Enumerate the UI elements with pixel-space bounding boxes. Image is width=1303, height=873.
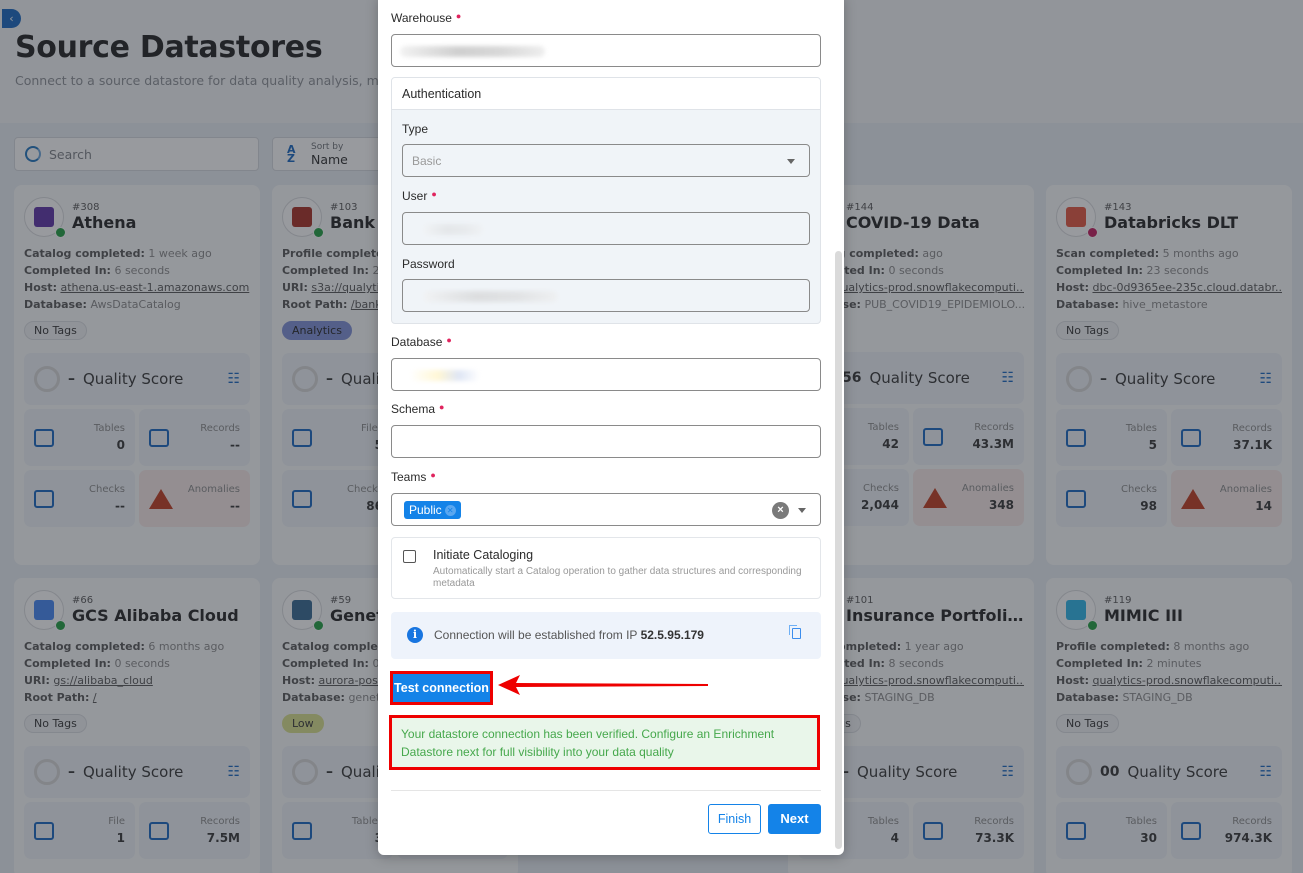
copy-icon[interactable] xyxy=(789,625,801,639)
database-input[interactable] xyxy=(391,358,821,391)
type-label: Type xyxy=(402,122,429,136)
authentication-section: Authentication Type Basic User ● Password xyxy=(391,77,821,324)
chevron-down-icon xyxy=(787,159,795,164)
redacted-value xyxy=(400,46,545,57)
ip-text: Connection will be established from IP 5… xyxy=(434,628,704,642)
schema-label: Schema ● xyxy=(391,402,445,416)
footer-divider xyxy=(391,790,821,791)
redacted-value xyxy=(423,291,558,302)
redacted-value xyxy=(410,370,480,381)
initiate-cataloging-checkbox[interactable] xyxy=(403,550,416,563)
user-label: User ● xyxy=(402,189,437,203)
password-label: Password xyxy=(402,257,455,271)
catalog-description: Automatically start a Catalog operation … xyxy=(433,566,802,589)
team-chip-public: Public ✕ xyxy=(404,501,461,519)
connection-success-message: Your datastore connection has been verif… xyxy=(389,715,820,770)
schema-input[interactable] xyxy=(391,425,821,458)
database-label: Database ● xyxy=(391,335,452,349)
next-button[interactable]: Next xyxy=(768,804,821,834)
user-input[interactable] xyxy=(402,212,810,245)
chevron-down-icon[interactable] xyxy=(798,508,806,513)
auth-type-select[interactable]: Basic xyxy=(402,144,810,177)
ip-address: 52.5.95.179 xyxy=(640,628,704,642)
warehouse-label: Warehouse ● xyxy=(391,11,462,25)
info-icon: i xyxy=(407,627,423,643)
authentication-title: Authentication xyxy=(392,78,820,110)
modal-scrollbar[interactable] xyxy=(835,251,842,849)
auth-type-value: Basic xyxy=(412,154,442,168)
password-input[interactable] xyxy=(402,279,810,312)
clear-all-icon[interactable]: × xyxy=(772,502,789,519)
redacted-value xyxy=(423,224,483,235)
connection-ip-info: i Connection will be established from IP… xyxy=(391,612,821,659)
finish-button[interactable]: Finish xyxy=(708,804,761,834)
teams-select[interactable]: Public ✕ × xyxy=(391,493,821,526)
annotation-arrow-icon xyxy=(498,675,708,695)
teams-label: Teams ● xyxy=(391,470,436,484)
test-connection-button[interactable]: Test connection xyxy=(390,671,493,705)
warehouse-input[interactable] xyxy=(391,34,821,67)
remove-chip-icon[interactable]: ✕ xyxy=(444,504,456,516)
catalog-title: Initiate Cataloging xyxy=(433,548,534,562)
initiate-cataloging-option: Initiate Cataloging Automatically start … xyxy=(391,537,821,599)
team-chip-label: Public xyxy=(409,503,442,517)
add-datastore-modal: Warehouse ● Authentication Type Basic Use… xyxy=(378,0,844,855)
